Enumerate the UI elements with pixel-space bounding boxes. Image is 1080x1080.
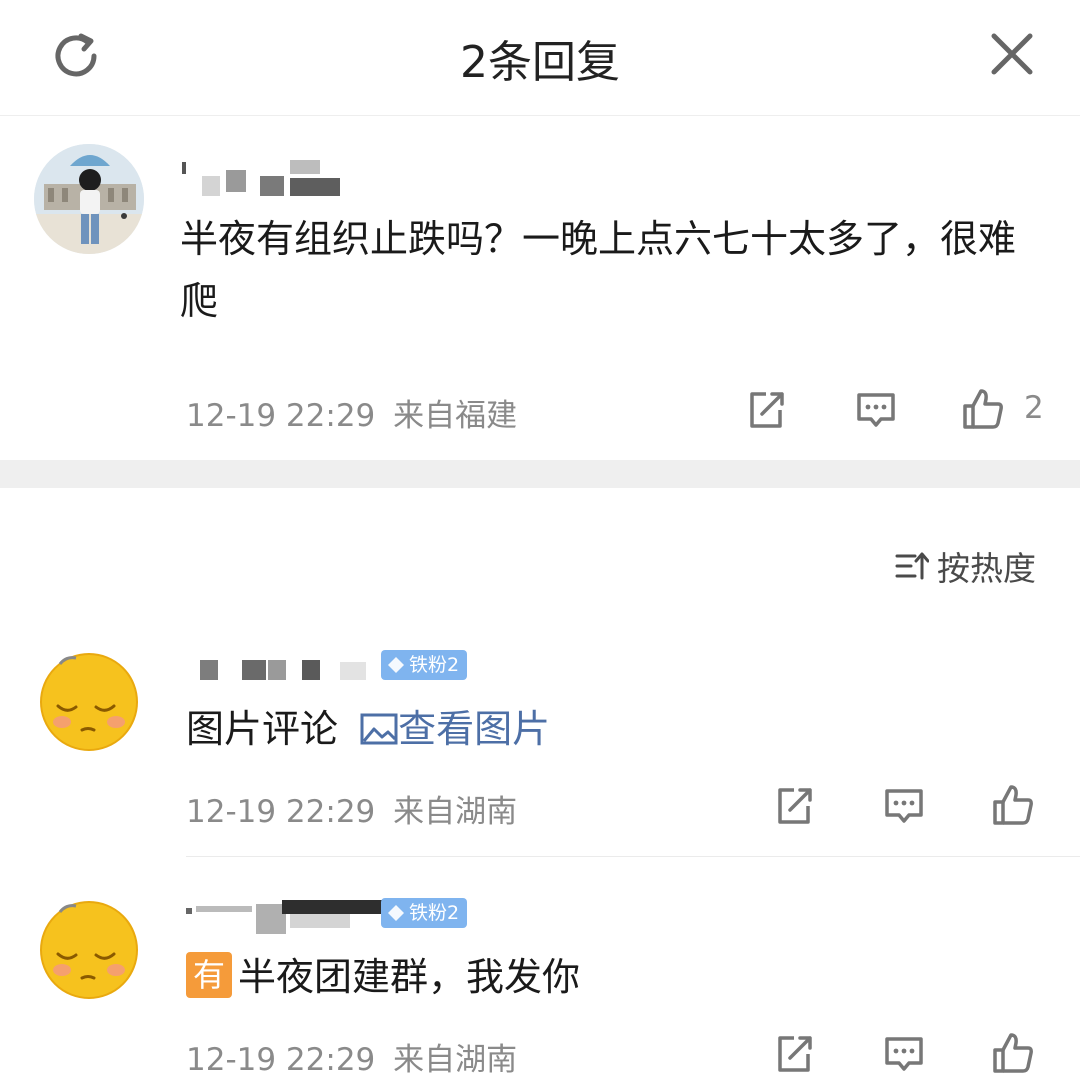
comment-meta: 12-19 22:29 来自湖南 bbox=[186, 1034, 517, 1079]
comment-text: 半夜有组织止跌吗？一晚上点六七十太多了，很难爬 bbox=[180, 217, 1017, 323]
view-image-label: 查看图片 bbox=[398, 707, 551, 751]
comment-location: 来自湖南 bbox=[393, 1042, 518, 1078]
fan-badge: 铁粉2 bbox=[381, 898, 468, 928]
share-icon[interactable] bbox=[772, 784, 816, 828]
comment-prefix: 图片评论 bbox=[186, 707, 339, 751]
comment-time: 12-19 22:29 bbox=[186, 1042, 376, 1078]
avatar[interactable] bbox=[34, 644, 144, 754]
share-icon[interactable] bbox=[772, 1032, 816, 1076]
like-icon[interactable] bbox=[960, 386, 1006, 432]
comment-location: 来自湖南 bbox=[393, 794, 518, 830]
diamond-icon bbox=[388, 905, 404, 921]
username-redacted[interactable] bbox=[180, 156, 345, 196]
comment-location: 来自福建 bbox=[393, 398, 518, 434]
username-redacted[interactable] bbox=[186, 900, 386, 934]
image-icon bbox=[360, 713, 398, 745]
sort-label: 按热度 bbox=[937, 549, 1036, 588]
comment-meta: 12-19 22:29 来自湖南 bbox=[186, 786, 517, 831]
fan-badge: 铁粉2 bbox=[381, 650, 468, 680]
view-image-link[interactable]: 查看图片 bbox=[360, 707, 550, 751]
sort-icon bbox=[895, 552, 929, 580]
like-icon[interactable] bbox=[990, 1030, 1036, 1076]
comment-text: 图片评论 查看图片 bbox=[186, 698, 550, 760]
reply-divider bbox=[186, 856, 1080, 857]
avatar[interactable] bbox=[34, 892, 144, 1002]
fan-badge-label: 铁粉2 bbox=[409, 654, 460, 676]
comment-time: 12-19 22:29 bbox=[186, 398, 376, 434]
comment-time: 12-19 22:29 bbox=[186, 794, 376, 830]
close-icon[interactable] bbox=[986, 28, 1038, 80]
comment-icon[interactable] bbox=[882, 1032, 926, 1076]
sort-toggle[interactable]: 按热度 bbox=[895, 542, 1036, 590]
comment-body: 半夜团建群，我发你 bbox=[238, 955, 581, 999]
like-count: 2 bbox=[1024, 390, 1044, 426]
section-divider bbox=[0, 460, 1080, 488]
comment-icon[interactable] bbox=[854, 388, 898, 432]
diamond-icon bbox=[388, 657, 404, 673]
comment-meta: 12-19 22:29 来自福建 bbox=[186, 390, 517, 435]
fan-badge-label: 铁粉2 bbox=[409, 902, 460, 924]
share-icon[interactable] bbox=[744, 388, 788, 432]
like-icon[interactable] bbox=[990, 782, 1036, 828]
username-redacted[interactable] bbox=[200, 656, 375, 690]
comment-text: 有半夜团建群，我发你 bbox=[186, 946, 580, 1008]
dialog-header: 2条回复 bbox=[0, 0, 1080, 116]
main-comment: 半夜有组织止跌吗？一晚上点六七十太多了，很难爬 12-19 22:29 来自福建… bbox=[0, 116, 1080, 460]
avatar[interactable] bbox=[34, 144, 144, 254]
tag-badge: 有 bbox=[186, 952, 232, 998]
comment-icon[interactable] bbox=[882, 784, 926, 828]
page-title: 2条回复 bbox=[460, 37, 620, 88]
